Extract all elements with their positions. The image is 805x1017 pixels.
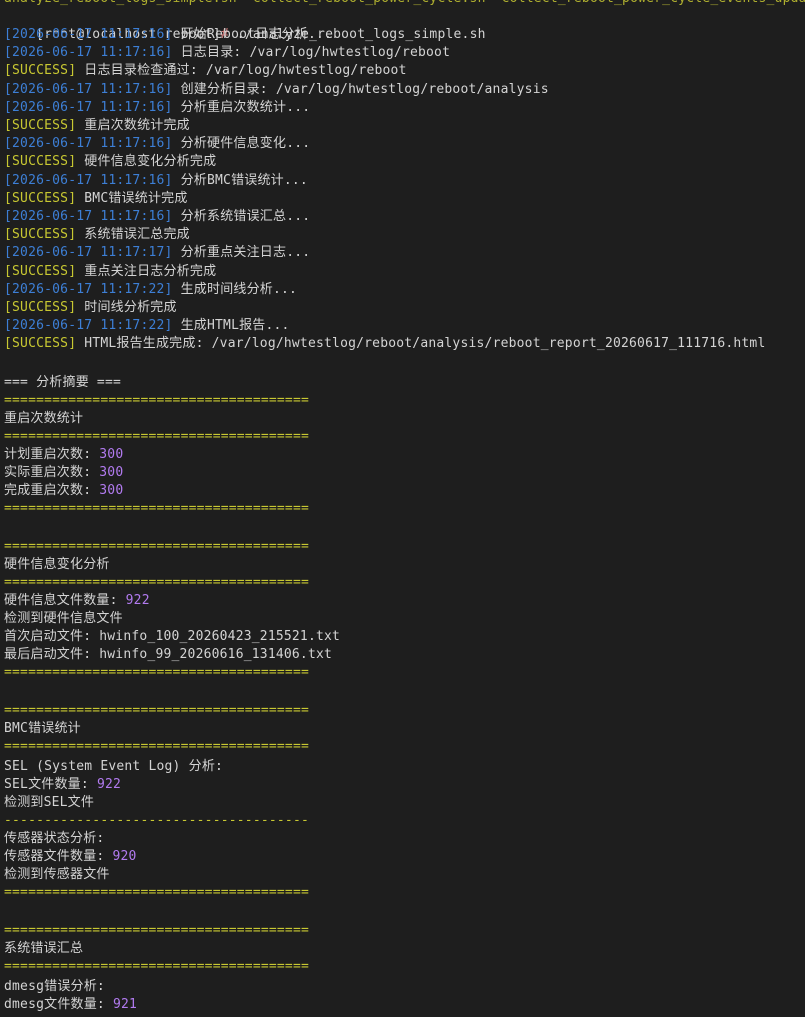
sensor-heading: 传感器状态分析: (4, 831, 105, 846)
rule-eq: ====================================== (4, 501, 310, 516)
stat-row-actual-reboots: 实际重启次数: 300 (4, 465, 124, 480)
log-message: 分析重启次数统计... (172, 99, 311, 115)
log-message: 分析系统错误汇总... (172, 209, 311, 224)
log-message: 创建分析目录: /var/log/hwtestlog/reboot/analys… (172, 81, 549, 97)
timestamp: [2026-06-17 11:17:16] (4, 81, 173, 97)
log-line-info: [2026-06-17 11:17:16] 分析系统错误汇总... (4, 208, 310, 226)
rule-eq: ====================================== (4, 575, 310, 590)
rule-eq: ====================================== (4, 959, 310, 974)
rule-dash: -------------------------------------- (4, 813, 310, 828)
section-title-hardware: 硬件信息变化分析 (4, 557, 110, 572)
log-line-success: [SUCCESS] 重点关注日志分析完成 (4, 263, 216, 281)
stat-row-completed-reboots: 完成重启次数: 300 (4, 483, 124, 498)
timestamp: [2026-06-17 11:17:16] (4, 99, 173, 115)
timestamp: [2026-06-17 11:17:22] (4, 281, 173, 297)
timestamp: [2026-06-17 11:17:16] (4, 45, 173, 61)
timestamp: [2026-06-17 11:17:16] (4, 172, 173, 188)
sel-detected: 检测到SEL文件 (4, 795, 95, 810)
hwinfo-first-file: 首次启动文件: hwinfo_100_20260423_215521.txt (4, 629, 341, 644)
hwinfo-detected: 检测到硬件信息文件 (4, 611, 123, 626)
log-message: 分析BMC错误统计... (172, 172, 308, 188)
rule-eq: ====================================== (4, 923, 310, 938)
log-message: BMC错误统计完成 (76, 190, 188, 206)
dmesg-count: dmesg文件数量: 921 (4, 997, 138, 1012)
rule-eq: ====================================== (4, 429, 310, 444)
log-message: 分析硬件信息变化... (172, 136, 311, 152)
success-tag: [SUCCESS] (4, 118, 77, 133)
success-tag: [SUCCESS] (4, 154, 77, 170)
log-line-info: [2026-06-17 11:17:16] 分析硬件信息变化... (4, 135, 310, 153)
log-line-success: [SUCCESS] HTML报告生成完成: /var/log/hwtestlog… (4, 335, 765, 353)
log-line-info: [2026-06-17 11:17:16] 分析BMC错误统计... (4, 172, 308, 190)
log-line-success: [SUCCESS] 硬件信息变化分析完成 (4, 153, 216, 171)
partial-top-line: analyze_reboot_logs_simple.sh collect_re… (4, 0, 805, 8)
log-message: 日志目录检查通过: /var/log/hwtestlog/reboot (76, 63, 407, 79)
sel-heading: SEL (System Event Log) 分析: (4, 759, 224, 774)
log-line-success: [SUCCESS] 重启次数统计完成 (4, 117, 190, 135)
timestamp: [2026-06-17 11:17:16] (4, 27, 173, 42)
log-line-info: [2026-06-17 11:17:22] 生成HTML报告... (4, 317, 290, 335)
rule-eq: ====================================== (4, 885, 310, 900)
timestamp: [2026-06-17 11:17:22] (4, 318, 173, 334)
rule-eq: ====================================== (4, 665, 310, 680)
timestamp: [2026-06-17 11:17:16] (4, 136, 173, 152)
success-tag: [SUCCESS] (4, 263, 77, 279)
shell-prompt[interactable]: [root@localhost reboot]# ./analyze_reboo… (4, 8, 486, 42)
log-message: 重启次数统计完成 (76, 118, 190, 133)
log-message: 生成HTML报告... (172, 318, 290, 334)
rule-eq: ====================================== (4, 539, 310, 554)
rule-eq: ====================================== (4, 739, 310, 754)
log-message: 生成时间线分析... (172, 281, 298, 297)
summary-heading: === 分析摘要 === (4, 375, 122, 390)
hwinfo-last-file: 最后启动文件: hwinfo_99_20260616_131406.txt (4, 647, 333, 662)
timestamp: [2026-06-17 11:17:17] (4, 245, 173, 261)
dmesg-heading: dmesg错误分析: (4, 979, 105, 994)
success-tag: [SUCCESS] (4, 300, 77, 315)
log-line-success: [SUCCESS] BMC错误统计完成 (4, 190, 188, 208)
section-title-bmc: BMC错误统计 (4, 721, 81, 736)
log-line-info: [2026-06-17 11:17:22] 生成时间线分析... (4, 281, 297, 299)
terminal-window[interactable]: analyze_reboot_logs_simple.sh collect_re… (0, 0, 805, 1017)
log-message: 分析重点关注日志... (172, 245, 311, 261)
section-title-system: 系统错误汇总 (4, 941, 84, 956)
success-tag: [SUCCESS] (4, 63, 77, 79)
success-tag: [SUCCESS] (4, 227, 77, 243)
log-message: 重点关注日志分析完成 (76, 263, 217, 279)
rule-eq: ====================================== (4, 703, 310, 718)
log-line-info: [2026-06-17 11:17:17] 分析重点关注日志... (4, 244, 310, 262)
rule-eq: ====================================== (4, 393, 310, 408)
log-message: 日志目录: /var/log/hwtestlog/reboot (172, 45, 451, 61)
log-line-success: [SUCCESS] 系统错误汇总完成 (4, 226, 190, 244)
success-tag: [SUCCESS] (4, 190, 77, 206)
hwinfo-count: 硬件信息文件数量: 922 (4, 593, 150, 608)
log-line-info: [2026-06-17 11:17:16] 日志目录: /var/log/hwt… (4, 44, 450, 62)
log-line-info: [2026-06-17 11:17:16] 分析重启次数统计... (4, 99, 310, 117)
stat-row-planned-reboots: 计划重启次数: 300 (4, 447, 124, 462)
success-tag: [SUCCESS] (4, 336, 77, 352)
sel-count: SEL文件数量: 922 (4, 777, 122, 792)
sensor-count: 传感器文件数量: 920 (4, 849, 137, 864)
log-line-success: [SUCCESS] 日志目录检查通过: /var/log/hwtestlog/r… (4, 62, 407, 80)
timestamp: [2026-06-17 11:17:16] (4, 209, 173, 224)
log-line-info: [2026-06-17 11:17:16] 创建分析目录: /var/log/h… (4, 81, 549, 99)
log-message: HTML报告生成完成: /var/log/hwtestlog/reboot/an… (76, 336, 766, 352)
log-message: 硬件信息变化分析完成 (76, 154, 217, 170)
log-line-success: [SUCCESS] 时间线分析完成 (4, 299, 177, 317)
section-title-reboot: 重启次数统计 (4, 411, 84, 426)
log-line-info: [2026-06-17 11:17:16] 开始Reboot日志分析... (4, 26, 332, 44)
log-message: 开始Reboot日志分析... (172, 27, 333, 42)
log-message: 时间线分析完成 (76, 300, 177, 315)
sensor-detected: 检测到传感器文件 (4, 867, 110, 882)
log-message: 系统错误汇总完成 (76, 227, 190, 243)
